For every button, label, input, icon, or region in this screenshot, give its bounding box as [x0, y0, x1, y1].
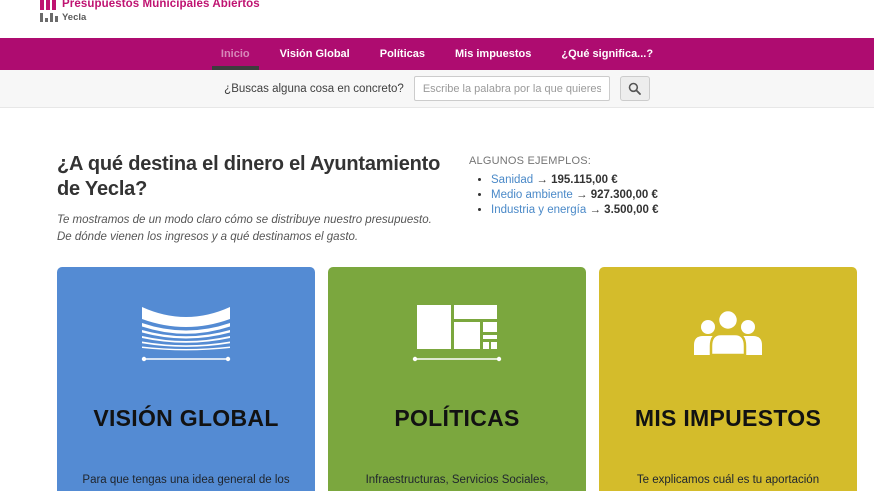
search-label: ¿Buscas alguna cosa en concreto? [224, 83, 404, 95]
example-value: 927.300,00 € [591, 189, 658, 201]
treemap-icon [328, 305, 586, 365]
arrow-glyph: → [589, 204, 601, 216]
examples-heading: ALGUNOS EJEMPLOS: [469, 155, 659, 167]
people-group-icon [599, 305, 857, 365]
nav-item-vision-global[interactable]: Visión Global [265, 38, 365, 70]
example-item: Sanidad → 195.115,00 € [491, 174, 659, 186]
brand-subtitle: Yecla [62, 13, 260, 24]
arrow-glyph: → [576, 189, 588, 201]
example-value: 195.115,00 € [551, 174, 618, 186]
example-item: Medio ambiente → 927.300,00 € [491, 189, 659, 201]
sankey-flow-icon [57, 305, 315, 365]
intro-section: ¿A qué destina el dinero el Ayuntamiento… [0, 108, 874, 247]
search-bar: ¿Buscas alguna cosa en concreto? [0, 70, 874, 108]
card-description: Infraestructuras, Servicios Sociales, Co… [346, 472, 568, 491]
example-link-industria-energia[interactable]: Industria y energía [491, 204, 586, 216]
example-value: 3.500,00 € [604, 204, 658, 216]
nav-item-mis-impuestos[interactable]: Mis impuestos [440, 38, 546, 70]
nav-item-politicas[interactable]: Políticas [365, 38, 440, 70]
example-link-sanidad[interactable]: Sanidad [491, 174, 533, 186]
brand-title: Presupuestos Municipales Abiertos [62, 0, 260, 11]
search-button[interactable] [620, 76, 650, 101]
card-title-vision-global: VISIÓN GLOBAL [57, 405, 315, 432]
card-title-politicas: POLÍTICAS [328, 405, 586, 432]
card-politicas[interactable]: POLÍTICAS Infraestructuras, Servicios So… [328, 267, 586, 491]
example-item: Industria y energía → 3.500,00 € [491, 204, 659, 216]
card-description: Te explicamos cuál es tu aportación medi… [617, 472, 839, 491]
nav-item-inicio[interactable]: Inicio [206, 38, 265, 70]
search-input[interactable] [414, 76, 610, 101]
examples-block: ALGUNOS EJEMPLOS: Sanidad → 195.115,00 €… [469, 152, 659, 247]
card-mis-impuestos[interactable]: MIS IMPUESTOS Te explicamos cuál es tu a… [599, 267, 857, 491]
magnifier-icon [628, 82, 641, 95]
card-title-mis-impuestos: MIS IMPUESTOS [599, 405, 857, 432]
nav-item-que-significa[interactable]: ¿Qué significa...? [546, 38, 668, 70]
section-cards: VISIÓN GLOBAL Para que tengas una idea g… [57, 267, 857, 491]
page-title: ¿A qué destina el dinero el Ayuntamiento… [57, 152, 457, 202]
main-nav: Inicio Visión Global Políticas Mis impue… [0, 38, 874, 70]
card-description: Para que tengas una idea general de los … [75, 472, 297, 491]
site-header: Presupuestos Municipales Abiertos Yecla [0, 0, 874, 38]
card-vision-global[interactable]: VISIÓN GLOBAL Para que tengas una idea g… [57, 267, 315, 491]
brand-logo[interactable]: Presupuestos Municipales Abiertos Yecla [40, 0, 260, 24]
arrow-glyph: → [536, 174, 548, 186]
bar-chart-logo-icon [40, 0, 58, 24]
examples-list: Sanidad → 195.115,00 € Medio ambiente → … [491, 174, 659, 216]
intro-text-block: ¿A qué destina el dinero el Ayuntamiento… [57, 152, 457, 247]
page-subtitle: Te mostramos de un modo claro cómo se di… [57, 212, 447, 247]
example-link-medio-ambiente[interactable]: Medio ambiente [491, 189, 573, 201]
